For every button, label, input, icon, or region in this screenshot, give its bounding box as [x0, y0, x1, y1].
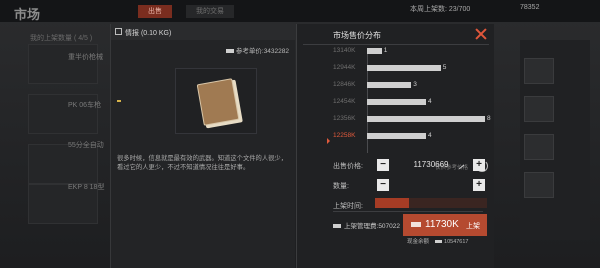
list-item-button[interactable]: 11730K 上架	[403, 214, 487, 236]
list-item-label: PK 06车枪	[68, 102, 102, 109]
list-button-label: 上架	[466, 223, 480, 230]
top-bar: 市场 出售 我的交易 本周上架数: 23/700 78352	[0, 0, 600, 22]
list-item-label: EKP 8 18型	[68, 184, 105, 191]
listing-count: 我的上架数量 ( 4/5 )	[30, 35, 93, 42]
chart-tick-label: 12944K	[333, 64, 356, 71]
chart-bar	[367, 82, 412, 88]
side-card[interactable]	[524, 134, 554, 160]
chart-tick-label: 12846K	[333, 81, 356, 88]
item-header: 情报 (0.10 KG)	[111, 24, 296, 40]
list-item-label: 重半价枪械	[68, 54, 103, 61]
price-row: 出售价格: − 11730669 +	[297, 156, 495, 176]
chart-data-label: 1	[383, 47, 388, 54]
weekly-limit: 本周上架数: 23/700	[410, 6, 471, 13]
item-description: 很多时候，信息就是最有效的武器。知道这个文件的人很少，看过它的人更少，不过不知道…	[117, 155, 288, 171]
side-card[interactable]	[524, 96, 554, 122]
divider	[303, 44, 489, 45]
top-balance: 78352	[520, 4, 540, 11]
cash-icon	[435, 240, 443, 244]
list-item-label: 55分全自动	[68, 142, 104, 149]
chart-bar	[367, 99, 426, 105]
item-image	[175, 68, 257, 134]
list-button-amount: 11730K	[425, 219, 459, 230]
item-info-panel: 情报 (0.10 KG) 参考单价:3432282 很多时候，信息就是最有效的武…	[110, 24, 296, 268]
tab-sell[interactable]: 出售	[138, 5, 172, 18]
chart-data-label: 5	[442, 64, 447, 71]
current-price-marker	[327, 138, 330, 144]
duration-slider[interactable]	[375, 198, 487, 208]
intel-icon	[115, 28, 122, 35]
app-title: 市场	[14, 7, 41, 22]
document-icon	[196, 78, 243, 129]
side-card[interactable]	[524, 58, 554, 84]
chart-bar	[367, 116, 485, 122]
list-item[interactable]	[28, 144, 98, 184]
duration-fill	[375, 198, 409, 208]
price-increase-button[interactable]: +	[473, 159, 485, 171]
quantity-increase-button[interactable]: +	[473, 179, 485, 191]
rarity-mark	[117, 100, 121, 102]
panel-title: 市场售价分布	[333, 31, 381, 40]
chart-tick-label: 12454K	[333, 98, 356, 105]
cash-balance: 现金余额 10547617	[407, 239, 469, 245]
chart-tick-label: 12356K	[333, 115, 356, 122]
quantity-decrease-button[interactable]: −	[377, 179, 389, 191]
chart-data-label: 4	[428, 132, 432, 139]
price-label: 出售价格:	[333, 163, 363, 170]
item-name: 情报 (0.10 KG)	[125, 30, 172, 37]
chart-tick-label: 12258K	[333, 132, 356, 139]
chart-data-label: 4	[428, 98, 432, 105]
quantity-row: 数量: − +	[297, 176, 495, 196]
chart-bar	[367, 133, 426, 139]
list-item[interactable]	[28, 44, 98, 84]
reference-price: 参考单价:3432282	[225, 45, 289, 55]
listing-fee: 上架管理费:507022	[333, 220, 400, 230]
chart-data-label: 3	[413, 81, 417, 88]
chart-bar	[367, 48, 382, 54]
cash-icon	[225, 49, 234, 54]
price-decrease-button[interactable]: −	[377, 159, 389, 171]
chart-data-label: 8	[487, 115, 491, 122]
close-button[interactable]	[474, 27, 488, 41]
cash-icon	[411, 222, 421, 227]
side-card[interactable]	[524, 172, 554, 198]
chart-tick-label: 13140K	[333, 47, 356, 54]
cash-icon	[333, 224, 341, 229]
duration-label: 上架时间:	[333, 203, 363, 210]
quantity-label: 数量:	[333, 183, 349, 190]
divider	[333, 211, 483, 212]
tab-my-trades[interactable]: 我的交易	[186, 5, 234, 18]
market-panel: 市场售价分布 13140K 1 12944K 5 12846K 3 12454K 4 12356…	[296, 24, 494, 268]
chart-bar	[367, 65, 441, 71]
